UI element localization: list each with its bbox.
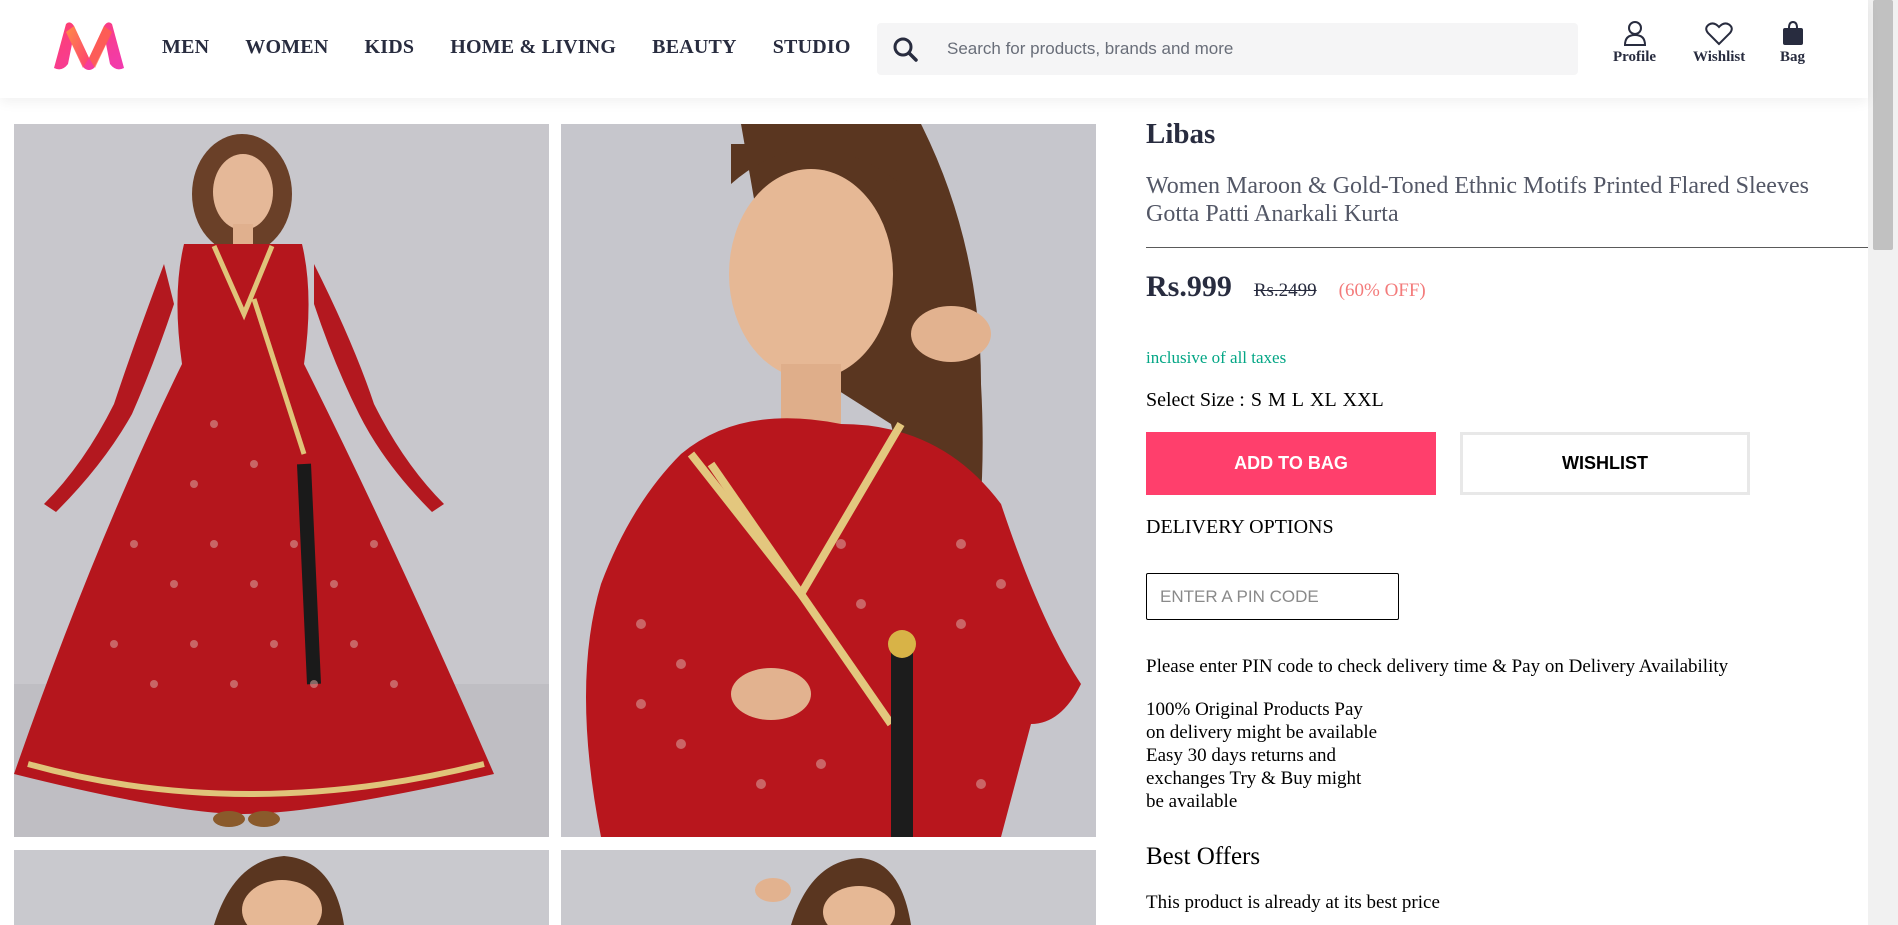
best-offers-heading: Best Offers xyxy=(1146,843,1261,870)
product-image-4[interactable] xyxy=(561,850,1096,925)
brand-name[interactable]: Libas xyxy=(1146,118,1215,151)
site-header: MEN WOMEN KIDS HOME & LIVING BEAUTY STUD… xyxy=(0,0,1868,98)
nav-men[interactable]: MEN xyxy=(162,36,209,59)
size-selector: Select Size : S M L XL XXL xyxy=(1146,389,1384,412)
pin-code-input[interactable] xyxy=(1146,573,1399,620)
product-image-1[interactable] xyxy=(14,124,549,837)
profile-icon xyxy=(1623,18,1647,46)
myntra-logo[interactable] xyxy=(52,20,126,72)
search-bar xyxy=(877,23,1578,75)
delivery-note: Please enter PIN code to check delivery … xyxy=(1146,656,1729,677)
wishlist-button[interactable]: Wishlist xyxy=(1693,18,1745,66)
bag-label: Bag xyxy=(1780,49,1806,65)
bag-button[interactable]: Bag xyxy=(1780,18,1805,66)
price-row: Rs.999 Rs.2499 (60% OFF) xyxy=(1146,270,1426,304)
nav-home-living[interactable]: HOME & LIVING xyxy=(450,36,616,59)
size-option-xl[interactable]: XL xyxy=(1310,389,1337,412)
selling-price: Rs.999 xyxy=(1146,270,1232,303)
search-input[interactable] xyxy=(931,23,1578,75)
mrp-price: Rs.2499 xyxy=(1253,280,1317,301)
size-option-l[interactable]: L xyxy=(1292,389,1304,412)
nav-studio[interactable]: STUDIO xyxy=(773,36,851,59)
wishlist-label: Wishlist xyxy=(1693,49,1746,65)
size-option-xxl[interactable]: XXL xyxy=(1343,389,1384,412)
delivery-options-heading: DELIVERY OPTIONS xyxy=(1146,516,1334,538)
heart-icon xyxy=(1705,18,1733,46)
divider xyxy=(1146,247,1868,248)
nav-kids[interactable]: KIDS xyxy=(364,36,414,59)
size-option-m[interactable]: M xyxy=(1268,389,1286,412)
tax-note: inclusive of all taxes xyxy=(1146,348,1287,367)
size-label: Select Size : xyxy=(1146,389,1245,411)
best-offers-text: This product is already at its best pric… xyxy=(1146,892,1440,913)
discount-badge: (60% OFF) xyxy=(1338,280,1426,301)
nav-women[interactable]: WOMEN xyxy=(245,36,328,59)
profile-button[interactable]: Profile xyxy=(1613,18,1656,66)
nav-beauty[interactable]: BEAUTY xyxy=(652,36,737,59)
bag-icon xyxy=(1782,18,1804,46)
scrollbar-thumb[interactable] xyxy=(1873,0,1893,250)
main-nav: MEN WOMEN KIDS HOME & LIVING BEAUTY STUD… xyxy=(162,36,887,59)
assurance-text: 100% Original Products Pay on delivery m… xyxy=(1146,699,1378,812)
product-image-3[interactable] xyxy=(14,850,549,925)
product-title: Women Maroon & Gold-Toned Ethnic Motifs … xyxy=(1146,173,1809,227)
search-icon[interactable] xyxy=(879,23,931,75)
wishlist-button-product[interactable]: WISHLIST xyxy=(1460,432,1750,495)
product-image-2[interactable] xyxy=(561,124,1096,837)
profile-label: Profile xyxy=(1613,49,1657,65)
add-to-bag-button[interactable]: ADD TO BAG xyxy=(1146,432,1436,495)
size-option-s[interactable]: S xyxy=(1251,389,1262,412)
